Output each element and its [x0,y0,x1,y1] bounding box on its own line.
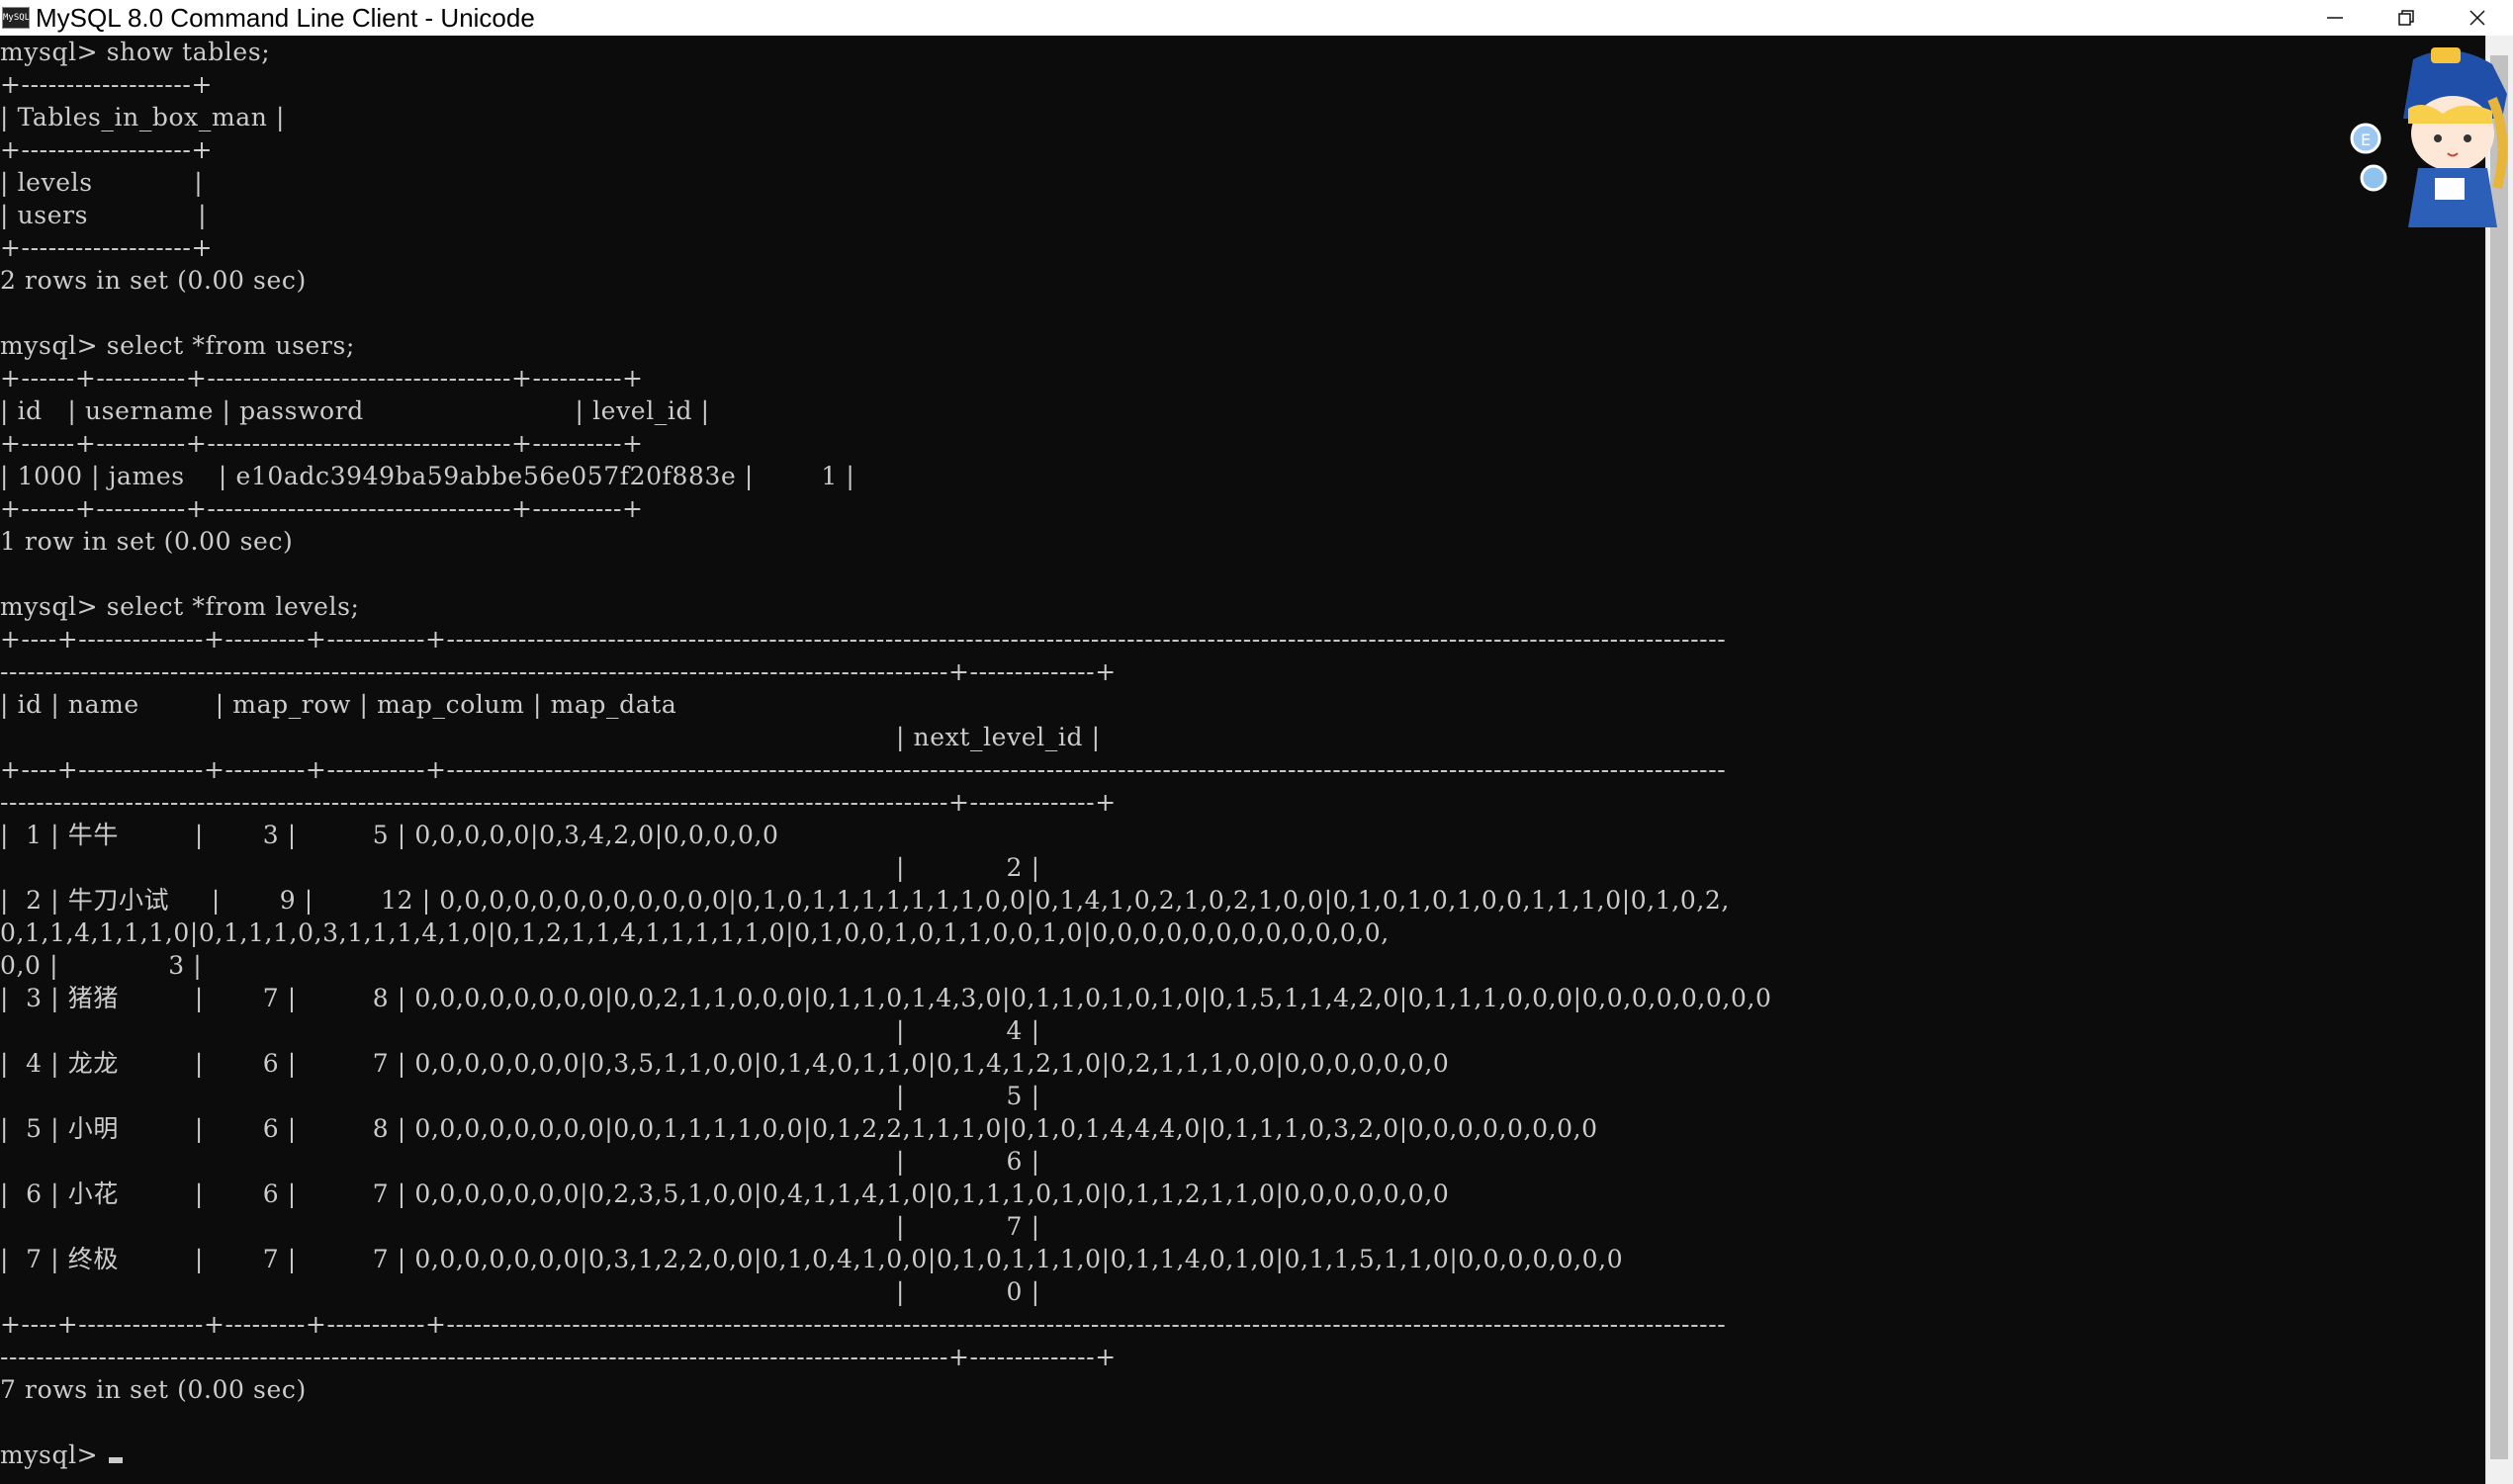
close-icon [2469,10,2485,26]
terminal-line: | 2 | 牛刀小试 | 9 | 12 | 0,0,0,0,0,0,0,0,0,… [0,886,1730,915]
terminal-output[interactable]: mysql> show tables; +-------------------… [0,36,2482,1484]
vertical-scrollbar[interactable] [2485,36,2513,1484]
terminal-line: | id | username | password | level_id | [0,396,710,425]
terminal-line: | 7 | [0,1212,1040,1241]
terminal-line: mysql> select *from users; [0,331,355,360]
terminal-line: +-------------------+ [0,135,213,164]
terminal-line: 2 rows in set (0.00 sec) [0,266,307,295]
title-bar[interactable]: MySQL MySQL 8.0 Command Line Client - Un… [0,0,2513,36]
restore-icon [2398,10,2414,26]
terminal-line: ----------------------------------------… [0,788,1117,817]
terminal-line: ----------------------------------------… [0,1343,1117,1371]
terminal-line: mysql> select *from levels; [0,592,360,621]
mascot-icon[interactable]: E [2344,40,2512,227]
console-text: mysql> show tables; +-------------------… [0,36,2482,1471]
terminal-line: | 5 | [0,1082,1040,1110]
terminal-line: +-------------------+ [0,70,213,99]
terminal-line: mysql> show tables; [0,38,271,66]
terminal-line: | users | [0,201,208,229]
terminal-line: +------+----------+---------------------… [0,429,644,458]
terminal-line: | id | name | map_row | map_colum | map_… [0,690,677,719]
terminal-line: | 0 | [0,1277,1040,1306]
svg-text:E: E [2361,131,2371,149]
terminal-line: | 2 | [0,853,1040,882]
terminal-line: +----+--------------+---------+---------… [0,1310,1727,1339]
terminal-line: | 4 | [0,1016,1040,1045]
terminal-line: | 1000 | james | e10adc3949ba59abbe56e05… [0,462,855,490]
terminal-line: mysql> [0,1440,107,1469]
terminal-line: +-------------------+ [0,233,213,262]
minimize-button[interactable] [2299,0,2371,36]
terminal-line: 0,0 | 3 | [0,951,203,980]
terminal-line: 0,1,1,4,1,1,1,0|0,1,1,1,0,3,1,1,1,4,1,0|… [0,918,1390,947]
minimize-icon [2327,17,2343,19]
scrollbar-thumb[interactable] [2490,55,2508,1459]
terminal-line: | 7 | 终极 | 7 | 7 | 0,0,0,0,0,0,0|0,3,1,2… [0,1245,1624,1273]
close-button[interactable] [2442,0,2513,36]
window-title: MySQL 8.0 Command Line Client - Unicode [36,2,535,33]
restore-button[interactable] [2371,0,2442,36]
terminal-line: 1 row in set (0.00 sec) [0,527,294,556]
terminal-line: 7 rows in set (0.00 sec) [0,1375,307,1404]
terminal-line: | Tables_in_box_man | [0,103,286,131]
text-cursor [108,1457,123,1463]
terminal-line: | 6 | [0,1147,1040,1176]
terminal-line: ----------------------------------------… [0,657,1117,686]
terminal-line: +------+----------+---------------------… [0,364,644,393]
terminal-line: | 4 | 龙龙 | 6 | 7 | 0,0,0,0,0,0,0|0,3,5,1… [0,1049,1450,1078]
terminal-line: | 5 | 小明 | 6 | 8 | 0,0,0,0,0,0,0,0|0,0,1… [0,1114,1598,1143]
terminal-line: +------+----------+---------------------… [0,494,644,523]
terminal-line: | 3 | 猪猪 | 7 | 8 | 0,0,0,0,0,0,0,0|0,0,2… [0,984,1772,1012]
terminal-line: +----+--------------+---------+---------… [0,755,1727,784]
terminal-line: | next_level_id | [0,723,1101,751]
mysql-app-icon: MySQL [2,7,30,29]
window-controls [2299,0,2513,36]
terminal-line: +----+--------------+---------+---------… [0,625,1727,654]
terminal-line: | levels | [0,168,204,197]
terminal-line: | 6 | 小花 | 6 | 7 | 0,0,0,0,0,0,0|0,2,3,5… [0,1179,1450,1208]
terminal-line: | 1 | 牛牛 | 3 | 5 | 0,0,0,0,0|0,3,4,2,0|0… [0,821,779,849]
